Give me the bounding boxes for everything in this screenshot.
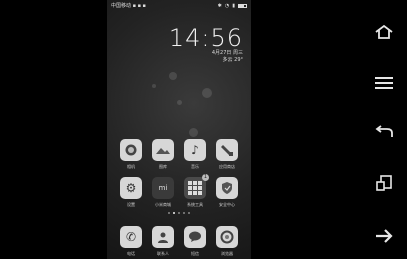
page-indicator: [107, 212, 251, 214]
forward-icon: [376, 229, 393, 243]
music-icon: ♪: [184, 139, 206, 161]
app-row-2: ⚙ 设置 mi 小米商城 1 系统工具 安全中心: [115, 174, 243, 207]
dock-phone[interactable]: ✆ 电话: [115, 226, 147, 256]
page-dot: [168, 212, 170, 214]
gear-icon: ⚙: [120, 177, 142, 199]
app-label: 图库: [159, 164, 167, 169]
app-tools-folder[interactable]: 1 系统工具: [179, 174, 211, 207]
camera-icon: [120, 139, 142, 161]
app-camera[interactable]: 相机: [115, 139, 147, 169]
phone-screen: 中国移动 ▪ ▪ ▪ ✱ ◔ ▮ 14:56 4月27日 周三 多云 29° 相…: [107, 0, 251, 259]
nav-bar: [360, 0, 407, 259]
page-dot-active: [173, 212, 175, 214]
signal-icon: ▮: [232, 2, 235, 9]
wifi-icon: ◔: [224, 2, 230, 9]
carrier-text: 中国移动 ▪ ▪ ▪: [111, 3, 146, 9]
app-security[interactable]: 安全中心: [211, 177, 243, 207]
mi-store-icon: mi: [152, 177, 174, 199]
shield-icon: [216, 177, 238, 199]
home-icon: [375, 24, 393, 39]
tools-folder-icon: 1: [184, 174, 209, 199]
phone-icon: ✆: [120, 226, 142, 248]
status-bar: 中国移动 ▪ ▪ ▪ ✱ ◔ ▮: [107, 0, 251, 11]
app-store[interactable]: 应用商店: [211, 139, 243, 169]
clock-widget[interactable]: 14:56 4月27日 周三 多云 29°: [169, 26, 243, 64]
home-button[interactable]: [372, 20, 396, 44]
rotate-button[interactable]: [372, 171, 396, 195]
app-row-1: 相机 图库 ♪ 音乐 应用商店: [115, 139, 243, 169]
dock-browser[interactable]: 浏览器: [211, 226, 243, 256]
app-label: 系统工具: [187, 202, 203, 207]
app-label: 浏览器: [221, 251, 233, 256]
gallery-icon: [152, 139, 174, 161]
app-label: 电话: [127, 251, 135, 256]
menu-button[interactable]: [372, 71, 396, 95]
contacts-icon: [152, 226, 174, 248]
page-dot: [178, 212, 180, 214]
app-label: 小米商城: [155, 202, 171, 207]
rotate-icon: [376, 175, 392, 191]
menu-icon: [375, 77, 393, 89]
store-icon: [216, 139, 238, 161]
dock-contacts[interactable]: 联系人: [147, 226, 179, 256]
app-label: 音乐: [191, 164, 199, 169]
app-mi-store[interactable]: mi 小米商城: [147, 177, 179, 207]
app-music[interactable]: ♪ 音乐: [179, 139, 211, 169]
app-label: 设置: [127, 202, 135, 207]
app-label: 联系人: [157, 251, 169, 256]
dock: ✆ 电话 联系人 短信 浏览器: [115, 226, 243, 256]
message-icon: [184, 226, 206, 248]
forward-button[interactable]: [372, 224, 396, 248]
clock-time: 14:56: [168, 24, 243, 52]
app-settings[interactable]: ⚙ 设置: [115, 177, 147, 207]
app-label: 相机: [127, 164, 135, 169]
dock-messages[interactable]: 短信: [179, 226, 211, 256]
notification-badge: 1: [202, 174, 209, 181]
emulator-frame: 中国移动 ▪ ▪ ▪ ✱ ◔ ▮ 14:56 4月27日 周三 多云 29° 相…: [0, 0, 407, 259]
browser-icon: [216, 226, 238, 248]
back-button[interactable]: [372, 121, 396, 145]
page-dot: [188, 212, 190, 214]
app-label: 安全中心: [219, 202, 235, 207]
app-gallery[interactable]: 图库: [147, 139, 179, 169]
weather-text: 多云 29°: [222, 57, 243, 63]
battery-icon: [238, 3, 247, 8]
page-dot: [183, 212, 185, 214]
bluetooth-icon: ✱: [217, 2, 222, 9]
back-icon: [375, 125, 393, 137]
app-label: 短信: [191, 251, 199, 256]
app-label: 应用商店: [219, 164, 235, 169]
